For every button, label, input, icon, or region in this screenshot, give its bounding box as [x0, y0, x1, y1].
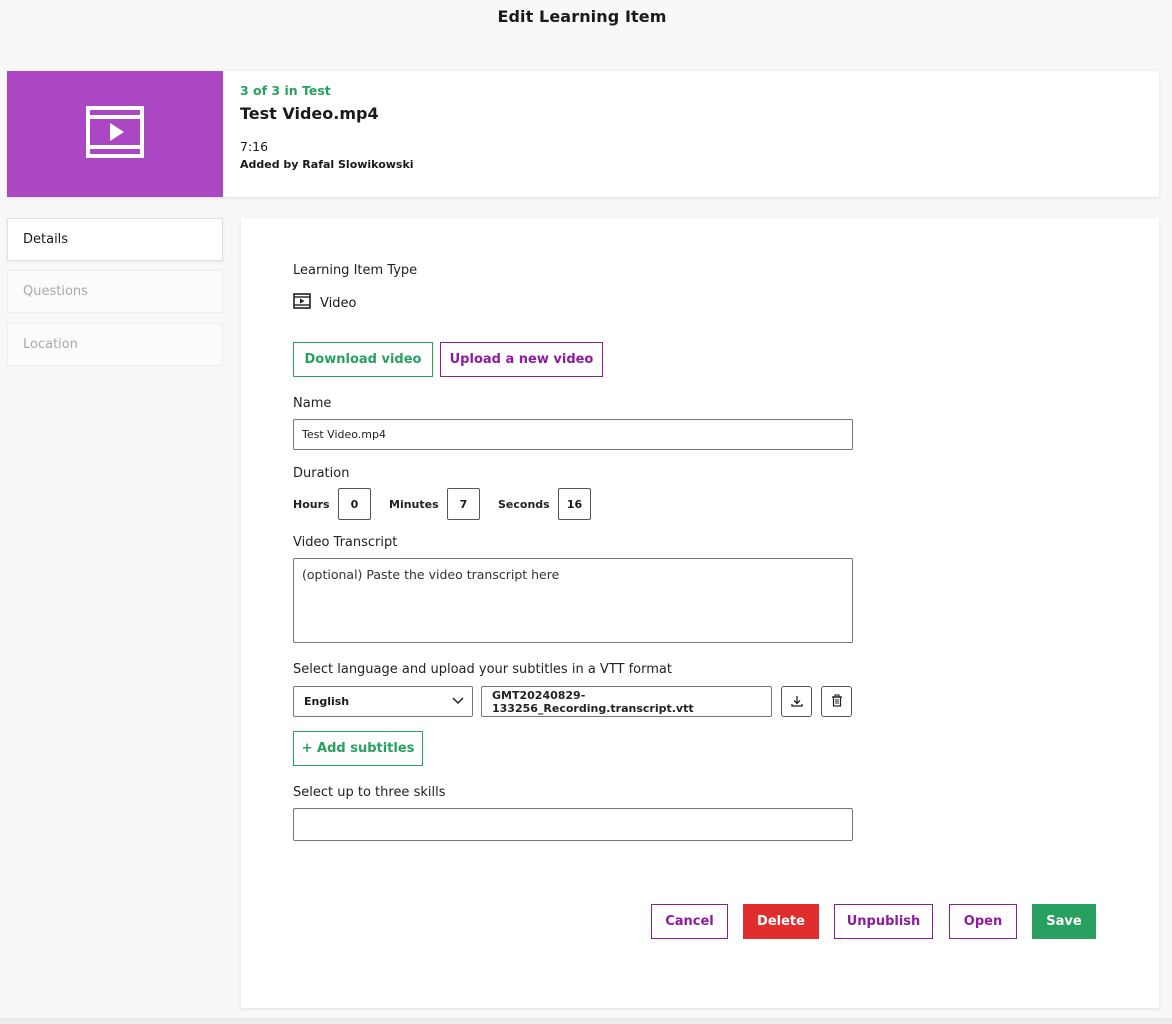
delete-subtitle-button[interactable]	[821, 686, 852, 717]
upload-video-button[interactable]: Upload a new video	[440, 342, 603, 377]
learning-item-header: 3 of 3 in Test Test Video.mp4 7:16 Added…	[7, 71, 1159, 197]
type-label: Learning Item Type	[293, 263, 418, 278]
item-duration: 7:16	[240, 139, 269, 154]
video-type-icon	[293, 293, 311, 313]
unpublish-button[interactable]: Unpublish	[834, 904, 933, 939]
save-button[interactable]: Save	[1032, 904, 1096, 939]
duration-label: Duration	[293, 466, 350, 481]
tab-details[interactable]: Details	[7, 218, 223, 261]
item-position: 3 of 3 in Test	[240, 83, 331, 98]
download-subtitle-button[interactable]	[781, 686, 812, 717]
page-title: Edit Learning Item	[497, 7, 667, 26]
minutes-input[interactable]: 7	[447, 488, 480, 520]
skills-input[interactable]	[293, 808, 853, 841]
chevron-down-icon	[452, 695, 464, 708]
download-video-button[interactable]: Download video	[293, 342, 433, 377]
seconds-input[interactable]: 16	[558, 488, 591, 520]
delete-button[interactable]: Delete	[743, 904, 819, 939]
tab-questions[interactable]: Questions	[7, 270, 223, 313]
language-select[interactable]: English	[293, 686, 473, 717]
tab-location[interactable]: Location	[7, 323, 223, 366]
seconds-label: Seconds	[498, 498, 550, 511]
name-label: Name	[293, 396, 332, 411]
item-title: Test Video.mp4	[240, 104, 379, 123]
cancel-button[interactable]: Cancel	[651, 904, 728, 939]
type-value: Video	[320, 295, 357, 311]
subtitle-file-field[interactable]: GMT20240829-133256_Recording.transcript.…	[481, 686, 772, 717]
minutes-label: Minutes	[389, 498, 439, 511]
name-input[interactable]: Test Video.mp4	[293, 419, 853, 450]
open-button[interactable]: Open	[949, 904, 1017, 939]
skills-label: Select up to three skills	[293, 785, 446, 800]
video-icon	[86, 106, 144, 162]
video-thumbnail	[7, 71, 223, 197]
add-subtitles-button[interactable]: + Add subtitles	[293, 731, 423, 766]
language-value: English	[304, 695, 350, 708]
download-icon	[790, 692, 803, 711]
hours-label: Hours	[293, 498, 330, 511]
hours-input[interactable]: 0	[338, 488, 371, 520]
transcript-label: Video Transcript	[293, 535, 398, 550]
type-value-row: Video	[293, 293, 356, 313]
bottom-edge	[0, 1018, 1172, 1024]
transcript-textarea[interactable]: (optional) Paste the video transcript he…	[293, 558, 853, 643]
added-by: Added by Rafal Slowikowski	[240, 158, 414, 171]
details-panel: Learning Item Type Video Download video …	[241, 218, 1159, 1008]
trash-icon	[831, 692, 843, 711]
subtitles-label: Select language and upload your subtitle…	[293, 662, 672, 677]
